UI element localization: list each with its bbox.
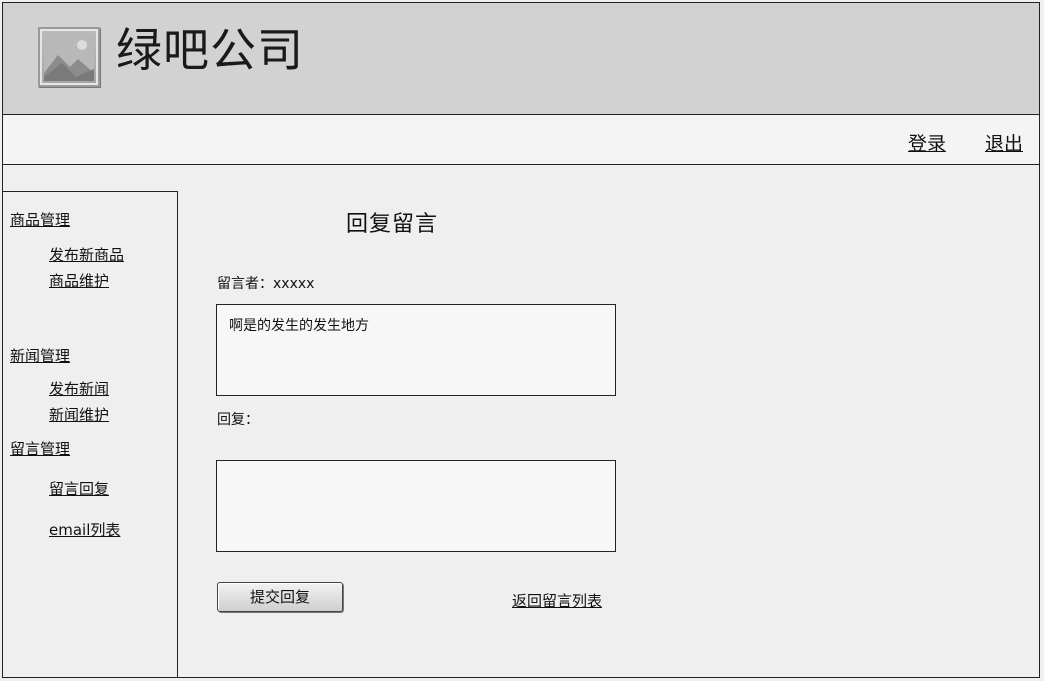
sidebar-group-news[interactable]: 新闻管理 bbox=[10, 345, 70, 366]
author-label: 留言者： bbox=[217, 276, 273, 292]
reply-textarea[interactable] bbox=[216, 460, 616, 552]
sidebar-item-email-list[interactable]: email列表 bbox=[49, 519, 120, 540]
logout-link[interactable]: 退出 bbox=[985, 129, 1023, 156]
sidebar-item-publish-goods[interactable]: 发布新商品 bbox=[49, 244, 124, 265]
page-title: 回复留言 bbox=[346, 212, 439, 237]
message-content-box: 啊是的发生的发生地方 bbox=[216, 304, 616, 396]
header-banner: 绿吧公司 bbox=[3, 3, 1039, 115]
sidebar-item-message-reply[interactable]: 留言回复 bbox=[49, 478, 109, 499]
sidebar-item-goods-maintenance[interactable]: 商品维护 bbox=[49, 270, 109, 291]
author-name: xxxxx bbox=[273, 276, 315, 292]
reply-label: 回复： bbox=[217, 412, 259, 428]
login-link[interactable]: 登录 bbox=[908, 129, 946, 156]
sidebar-item-news-maintenance[interactable]: 新闻维护 bbox=[49, 404, 109, 425]
company-name: 绿吧公司 bbox=[116, 23, 304, 77]
author-row: 留言者：xxxxx bbox=[217, 273, 314, 293]
submit-reply-button[interactable]: 提交回复 bbox=[217, 582, 343, 612]
message-text: 啊是的发生的发生地方 bbox=[229, 318, 369, 334]
sidebar-item-publish-news[interactable]: 发布新闻 bbox=[49, 378, 109, 399]
sidebar-group-messages[interactable]: 留言管理 bbox=[10, 438, 70, 459]
top-toolbar: 登录 退出 bbox=[3, 115, 1039, 165]
logo-image-icon bbox=[38, 27, 100, 87]
sidebar-group-goods[interactable]: 商品管理 bbox=[10, 209, 70, 230]
return-message-list-link[interactable]: 返回留言列表 bbox=[512, 590, 602, 611]
page-frame: 绿吧公司 登录 退出 商品管理 发布新商品 商品维护 新闻管理 发布新闻 新闻维… bbox=[2, 2, 1040, 678]
